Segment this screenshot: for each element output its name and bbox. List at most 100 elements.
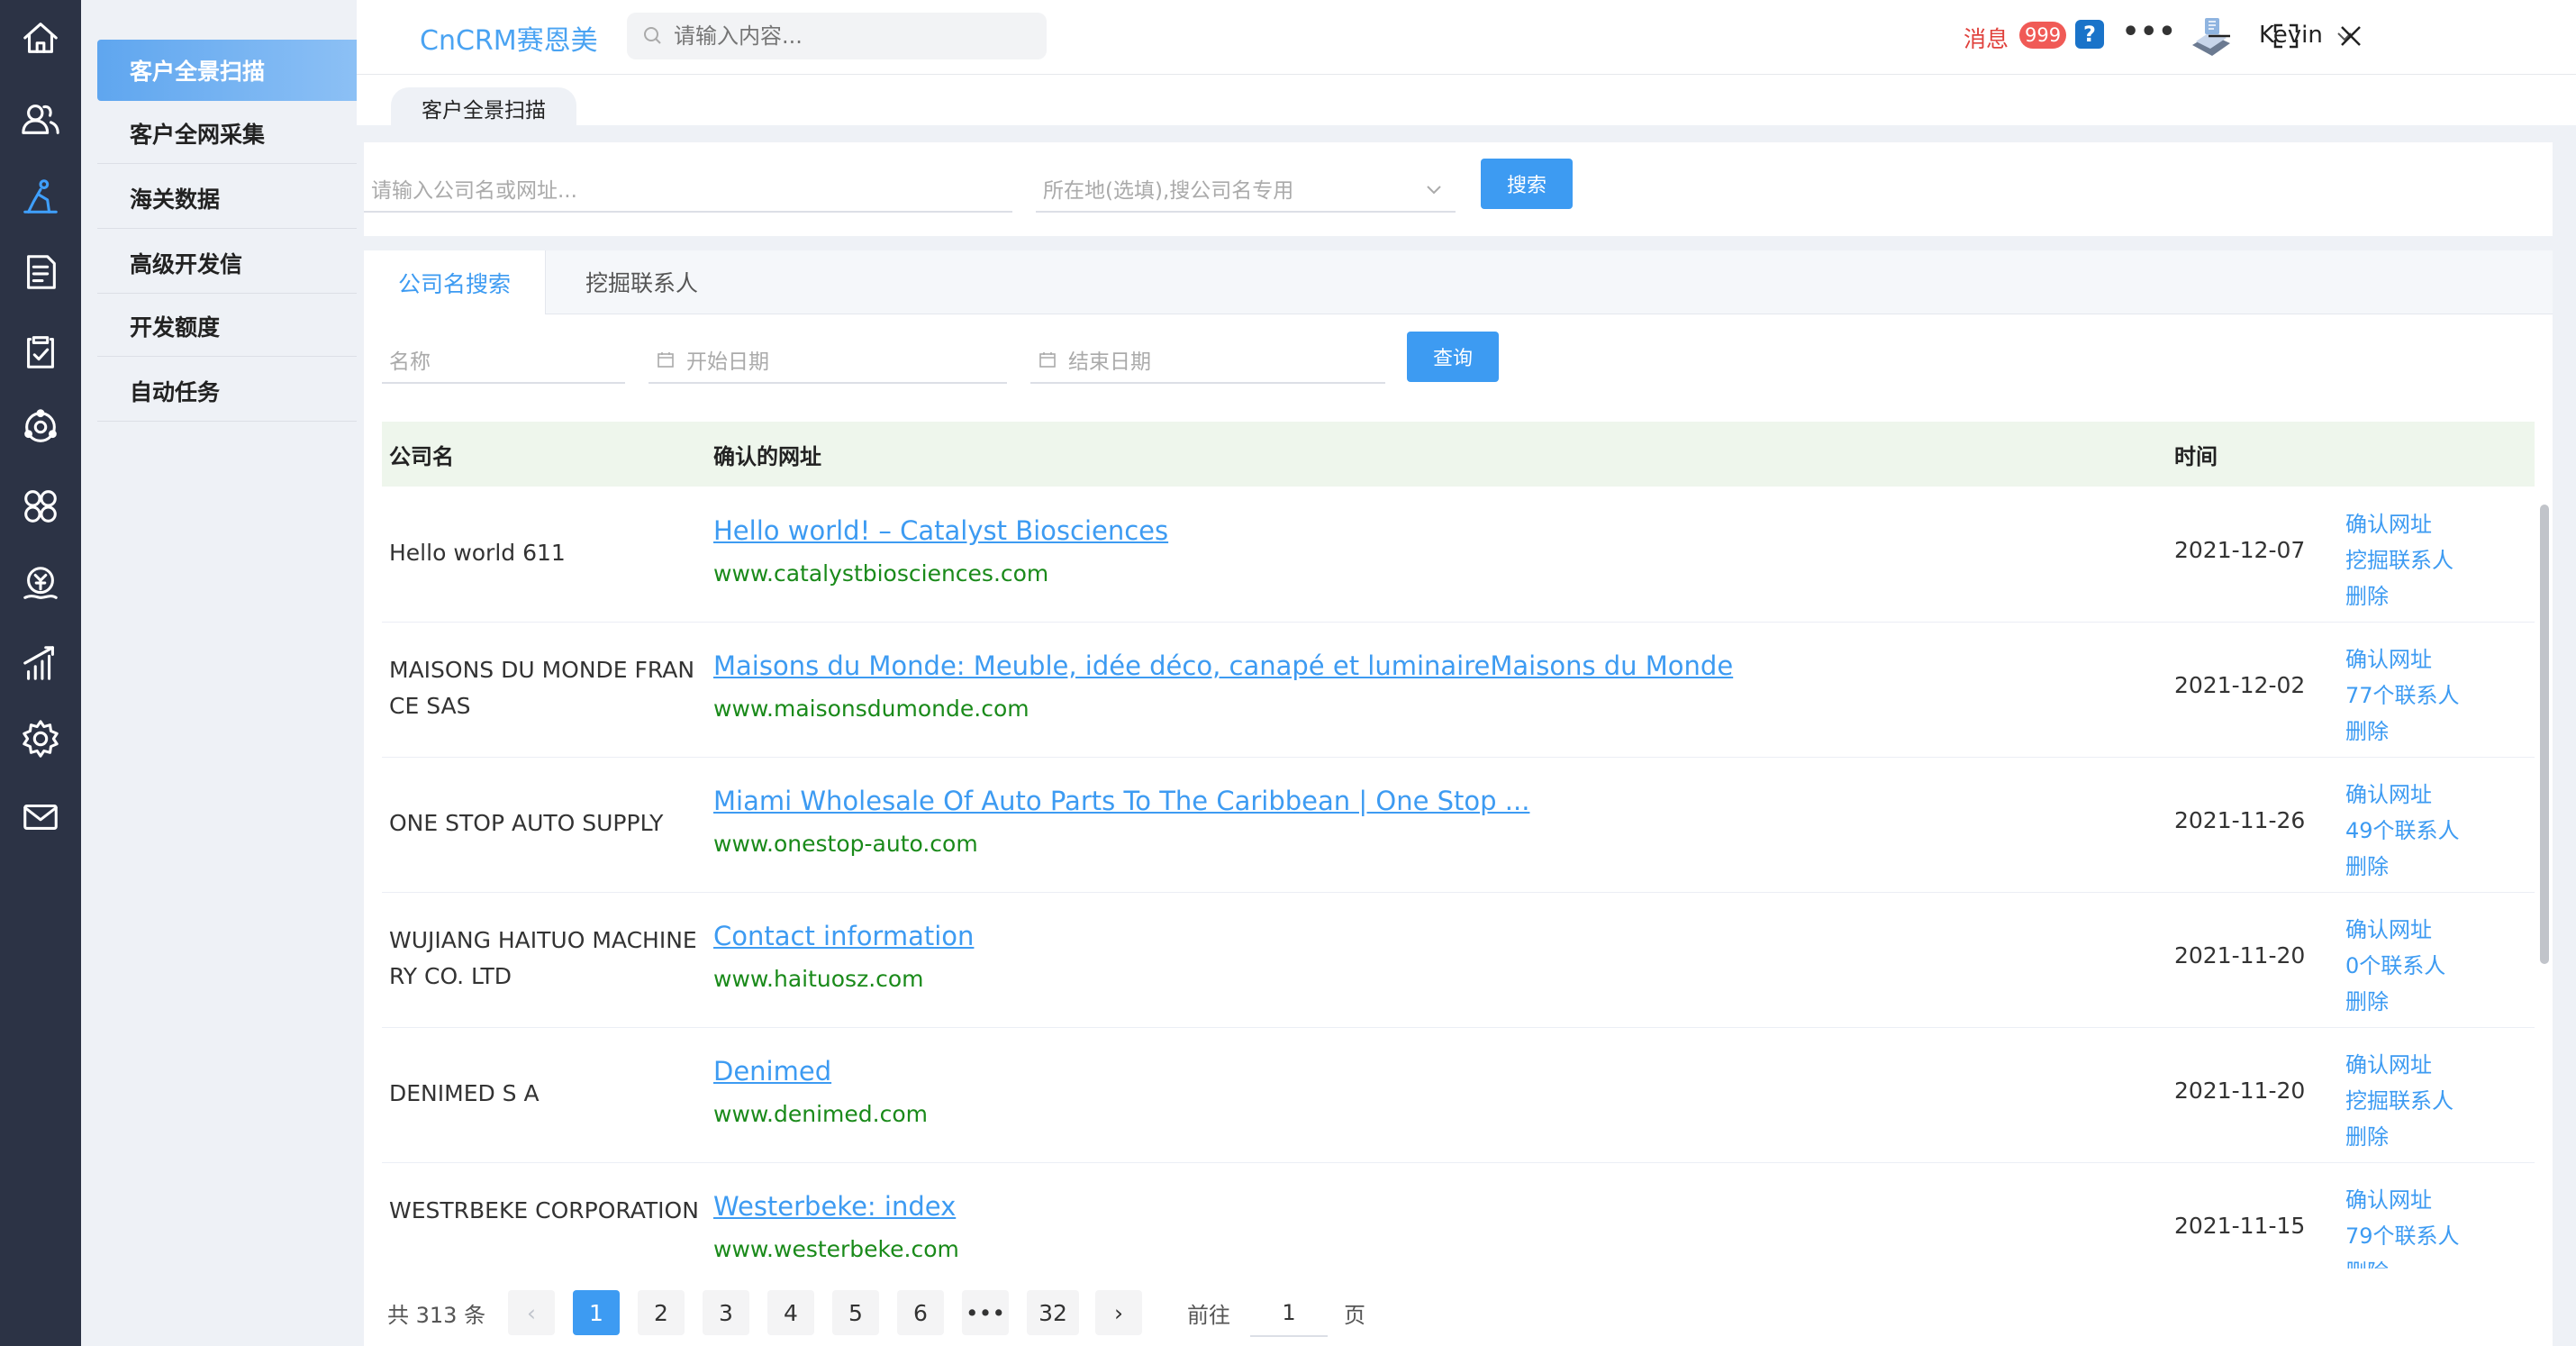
submenu-item-advanced-letter[interactable]: 高级开发信 [97, 232, 357, 294]
contacts-link[interactable]: 79个联系人 [2345, 1218, 2460, 1254]
company-search-panel: 请输入公司名或网址... 所在地(选填),搜公司名专用 搜索 [364, 142, 2553, 236]
tab-mine-contacts[interactable]: 挖掘联系人 [551, 250, 732, 314]
scan-icon[interactable] [17, 173, 64, 220]
maximize-icon[interactable] [2270, 20, 2302, 52]
top-bar: CnCRM赛恩美 消息 999 ? ••• Kevin [357, 0, 2576, 75]
contacts-link[interactable]: 挖掘联系人 [2345, 1083, 2454, 1119]
minimize-icon[interactable] [2203, 20, 2236, 52]
global-search-input[interactable] [672, 23, 1036, 50]
site-title-link[interactable]: Maisons du Monde: Meuble, idée déco, can… [713, 650, 1733, 681]
page-ellipsis[interactable]: ••• [962, 1290, 1009, 1335]
page-button[interactable]: 32 [1027, 1290, 1079, 1335]
end-date-placeholder: 结束日期 [1068, 350, 1151, 374]
name-filter-input[interactable]: 名称 [382, 337, 625, 384]
confirm-site-link[interactable]: 确认网址 [2345, 1047, 2454, 1083]
company-search-input[interactable]: 请输入公司名或网址... [364, 166, 1012, 213]
submenu-item-web-collect[interactable]: 客户全网采集 [97, 103, 357, 164]
table-row: Hello world 611 Hello world! – Catalyst … [382, 487, 2535, 623]
goto-label: 前往 [1187, 1303, 1230, 1328]
customers-icon[interactable] [17, 95, 64, 142]
page-button[interactable]: 1 [573, 1290, 620, 1335]
site-title-link[interactable]: Contact information [713, 921, 974, 951]
location-select[interactable]: 所在地(选填),搜公司名专用 [1036, 166, 1456, 213]
contacts-link[interactable]: 49个联系人 [2345, 813, 2460, 849]
site-url: www.maisonsdumonde.com [713, 696, 1029, 722]
close-icon[interactable] [2335, 20, 2367, 52]
home-icon[interactable] [17, 14, 64, 61]
table-row: DENIMED S A Denimed www.denimed.com 2021… [382, 1027, 2535, 1163]
site-title-link[interactable]: Denimed [713, 1056, 831, 1087]
table-row: WUJIANG HAITUO MACHINERY CO. LTD Contact… [382, 892, 2535, 1028]
site-title-link[interactable]: Hello world! – Catalyst Biosciences [713, 515, 1168, 546]
orbit-icon[interactable] [17, 404, 64, 450]
global-search[interactable] [627, 13, 1047, 59]
delete-link[interactable]: 删除 [2345, 849, 2460, 885]
settings-icon[interactable] [17, 715, 64, 762]
contacts-link[interactable]: 挖掘联系人 [2345, 542, 2454, 578]
confirm-site-link[interactable]: 确认网址 [2345, 506, 2454, 542]
delete-link[interactable]: 删除 [2345, 1119, 2454, 1155]
delete-link[interactable]: 删除 [2345, 578, 2454, 614]
end-date-input[interactable]: 结束日期 [1030, 337, 1385, 384]
row-time: 2021-11-15 [2174, 1213, 2306, 1239]
confirm-site-link[interactable]: 确认网址 [2345, 641, 2460, 678]
contacts-link[interactable]: 77个联系人 [2345, 678, 2460, 714]
apps-icon[interactable] [17, 483, 64, 530]
confirm-site-link[interactable]: 确认网址 [2345, 777, 2460, 813]
chevron-down-icon [1427, 186, 1441, 195]
messages-link[interactable]: 消息 [1964, 22, 2009, 54]
page-button[interactable]: 2 [638, 1290, 685, 1335]
contacts-link[interactable]: 0个联系人 [2345, 948, 2445, 984]
goto-page-input[interactable]: 1 [1250, 1290, 1328, 1337]
site-title-link[interactable]: Miami Wholesale Of Auto Parts To The Car… [713, 786, 1529, 816]
document-icon[interactable] [17, 249, 64, 296]
delete-link[interactable]: 删除 [2345, 714, 2460, 750]
start-date-placeholder: 开始日期 [686, 350, 769, 374]
company-name: WUJIANG HAITUO MACHINERY CO. LTD [389, 927, 697, 989]
finance-icon[interactable] [17, 560, 64, 607]
page-tab-panorama-scan[interactable]: 客户全景扫描 [391, 87, 576, 129]
row-actions: 确认网址 49个联系人 删除 [2345, 777, 2460, 885]
confirm-site-link[interactable]: 确认网址 [2345, 1182, 2460, 1218]
delete-link[interactable]: 删除 [2345, 1254, 2460, 1269]
tab-company-search[interactable]: 公司名搜索 [364, 250, 547, 314]
table-row: MAISONS DU MONDE FRANCE SAS Maisons du M… [382, 622, 2535, 758]
search-button[interactable]: 搜索 [1481, 159, 1573, 209]
submenu-item-panorama-scan[interactable]: 客户全景扫描 [97, 40, 357, 101]
submenu-item-customs-data[interactable]: 海关数据 [97, 168, 357, 229]
row-actions: 确认网址 0个联系人 删除 [2345, 912, 2445, 1020]
prev-page-button[interactable]: ‹ [508, 1290, 555, 1335]
row-actions: 确认网址 挖掘联系人 删除 [2345, 1047, 2454, 1155]
results-table: 公司名 确认的网址 时间 Hello world 611 Hello world… [382, 422, 2553, 1269]
submenu-item-quota[interactable]: 开发额度 [97, 296, 357, 357]
table-scrollbar[interactable] [2540, 505, 2549, 964]
query-button[interactable]: 查询 [1407, 332, 1499, 382]
location-placeholder: 所在地(选填),搜公司名专用 [1043, 179, 1294, 203]
clipboard-icon[interactable] [17, 328, 64, 375]
search-tabs: 公司名搜索 挖掘联系人 [364, 250, 2553, 314]
page-button[interactable]: 3 [703, 1290, 749, 1335]
pagination: 共 313 条 ‹ 1 2 3 4 5 6 ••• 32 › 前往 1 页 [364, 1278, 2553, 1341]
mail-icon[interactable] [17, 793, 64, 840]
next-page-button[interactable]: › [1095, 1290, 1142, 1335]
page-button[interactable]: 5 [832, 1290, 879, 1335]
stats-icon[interactable] [17, 640, 64, 687]
site-title-link[interactable]: Westerbeke: index [713, 1191, 956, 1222]
help-icon[interactable]: ? [2075, 20, 2104, 49]
more-icon[interactable]: ••• [2122, 16, 2177, 48]
site-url: www.denimed.com [713, 1101, 928, 1127]
company-name: DENIMED S A [389, 1080, 540, 1106]
app-brand: CnCRM赛恩美 [420, 25, 598, 57]
company-name: ONE STOP AUTO SUPPLY [389, 810, 664, 836]
column-header-time: 时间 [2174, 443, 2218, 469]
start-date-input[interactable]: 开始日期 [649, 337, 1007, 384]
table-header: 公司名 确认的网址 时间 [382, 422, 2535, 487]
search-icon [644, 27, 661, 44]
page-button[interactable]: 6 [897, 1290, 944, 1335]
page-button[interactable]: 4 [767, 1290, 814, 1335]
confirm-site-link[interactable]: 确认网址 [2345, 912, 2445, 948]
site-url: www.catalystbiosciences.com [713, 560, 1049, 587]
delete-link[interactable]: 删除 [2345, 984, 2445, 1020]
calendar-icon [658, 352, 674, 368]
submenu-item-auto-task[interactable]: 自动任务 [97, 360, 357, 422]
